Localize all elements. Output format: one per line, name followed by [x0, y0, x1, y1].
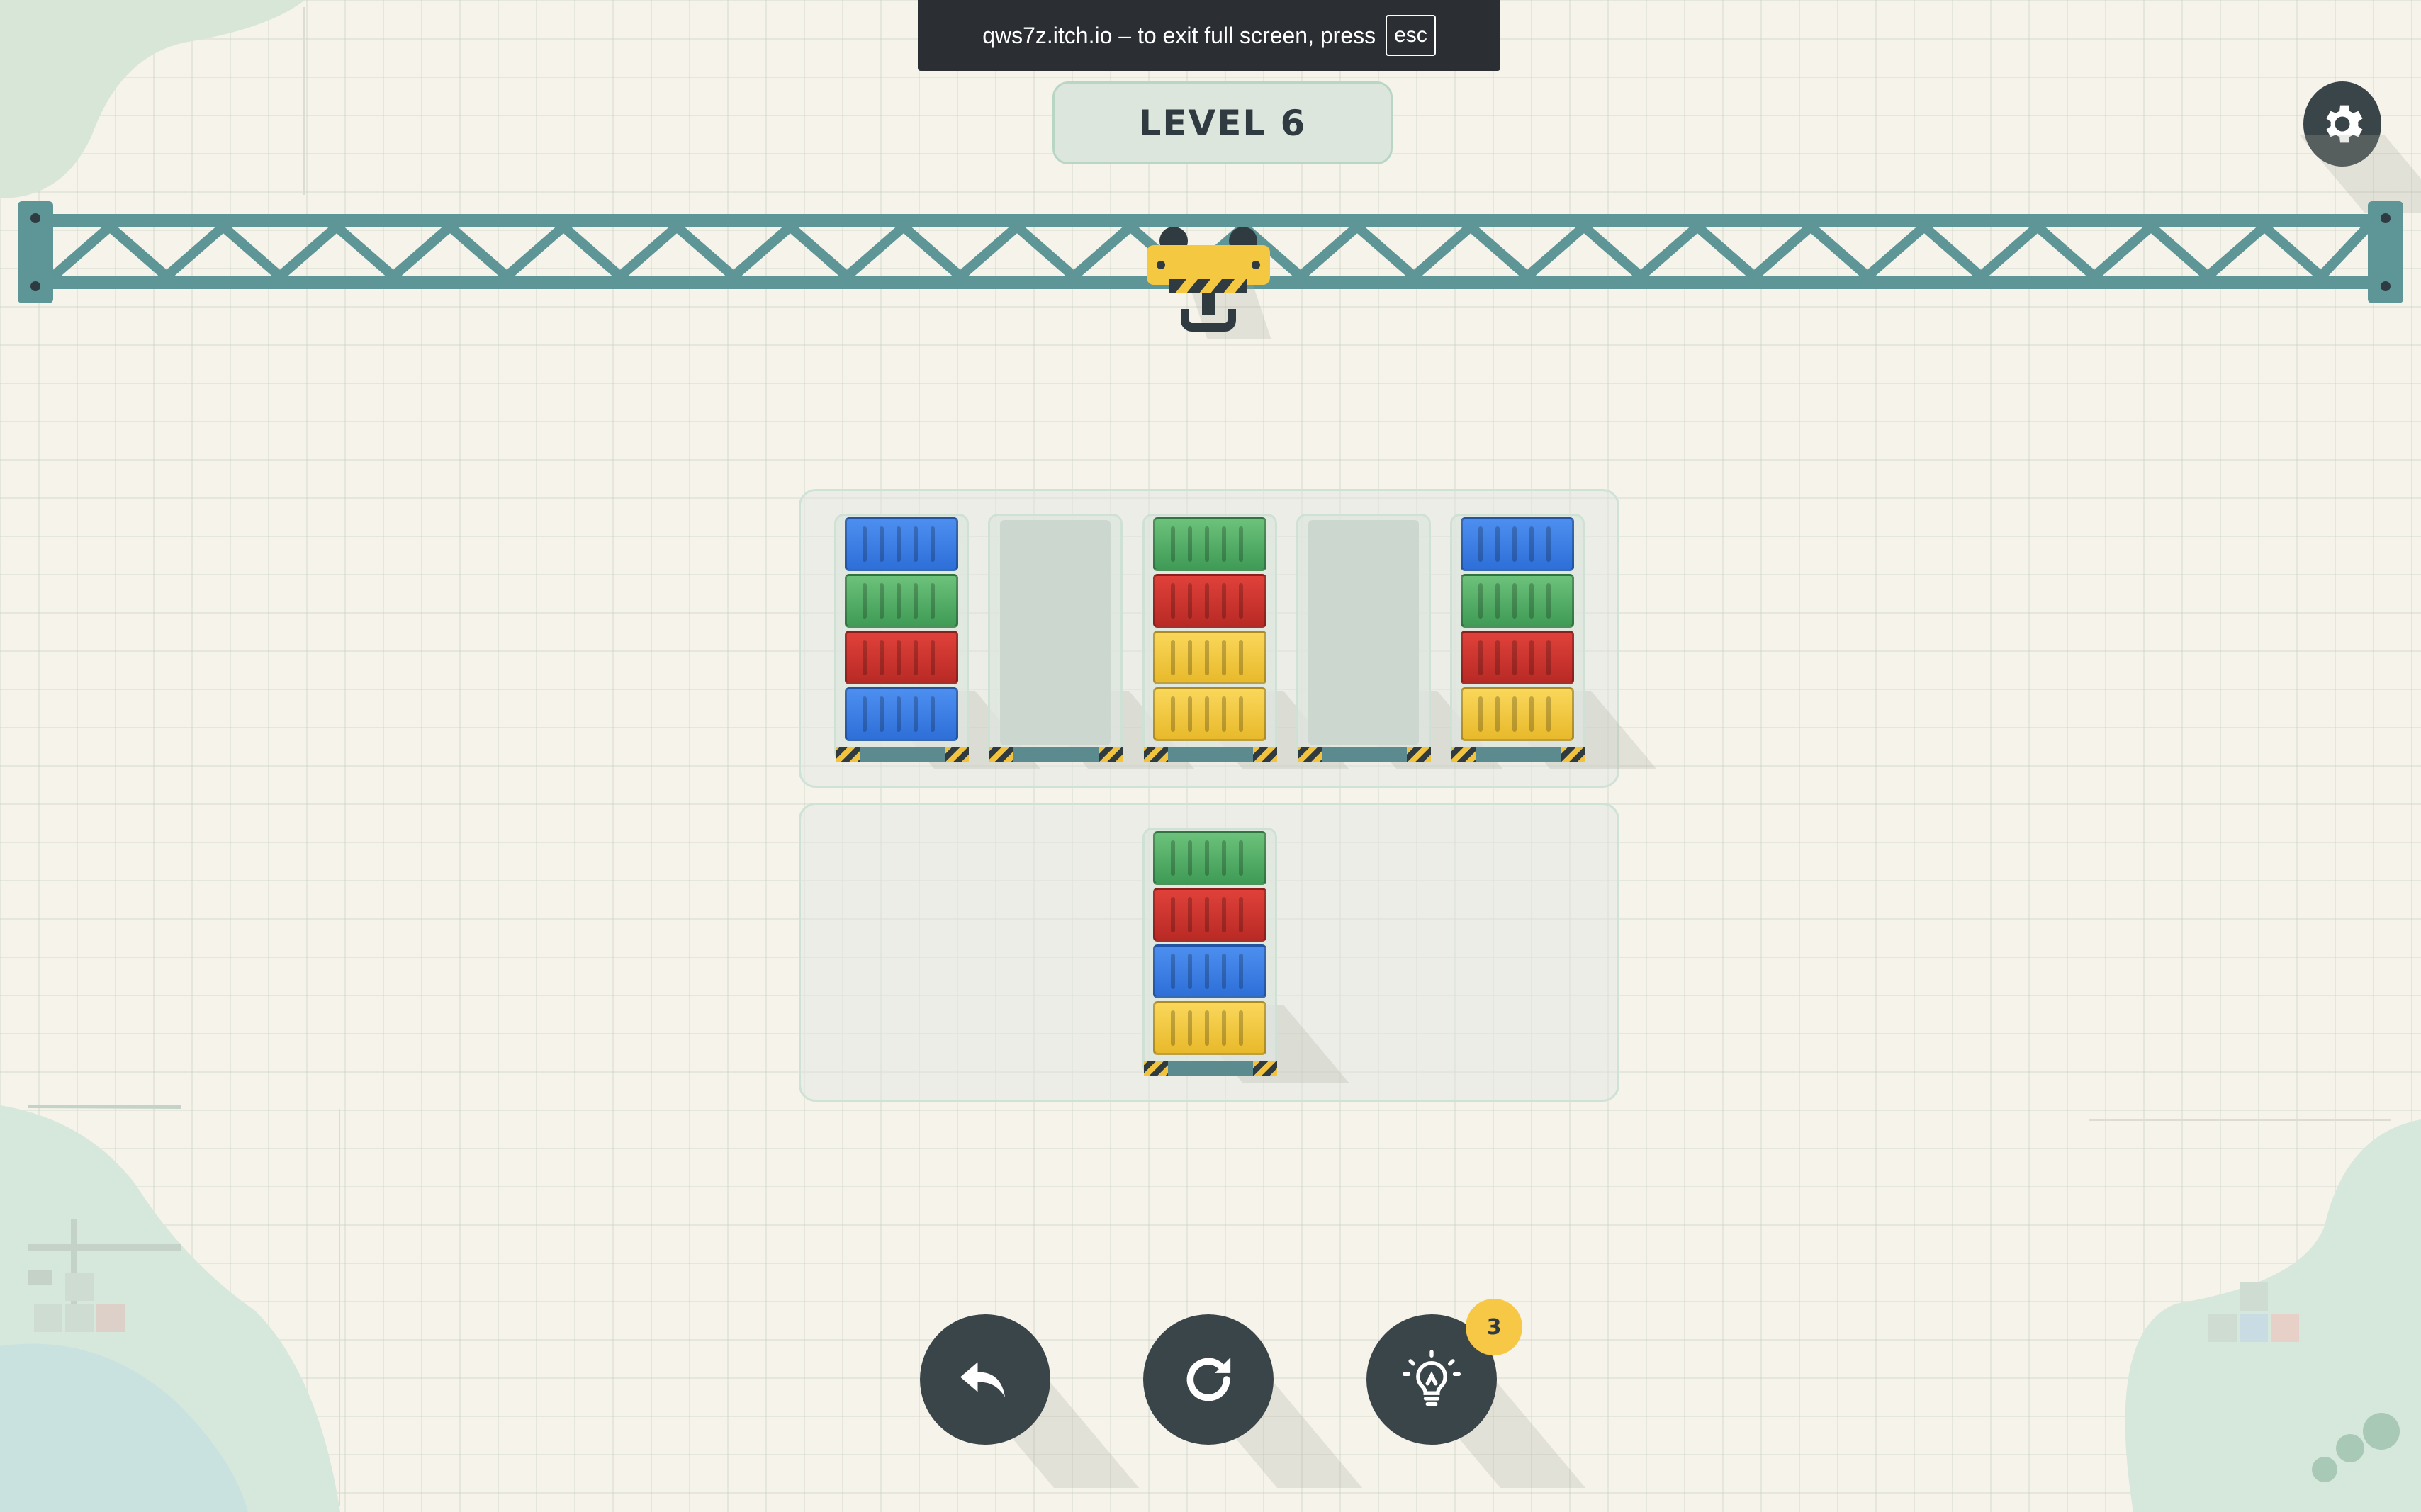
corner-decoration-bottom-left — [0, 1105, 340, 1512]
slot-base-hazard-stripe — [989, 747, 1123, 762]
undo-button[interactable] — [920, 1314, 1050, 1445]
stack-slot-top-4[interactable] — [1296, 514, 1431, 762]
container-green — [845, 574, 958, 628]
container-red — [845, 631, 958, 684]
esc-key-hint: esc — [1386, 15, 1436, 56]
stack-slot-top-2[interactable] — [988, 514, 1123, 762]
thin-line-decoration — [2089, 1119, 2391, 1121]
empty-slot-inner — [1308, 520, 1419, 745]
container-green — [1153, 517, 1266, 571]
container-blue — [1153, 944, 1266, 998]
stack-slot-top-1[interactable] — [834, 514, 969, 762]
slot-base-hazard-stripe — [836, 747, 969, 762]
thin-line-decoration — [303, 7, 305, 195]
container-red — [1461, 631, 1574, 684]
empty-slot-inner — [1000, 520, 1111, 745]
slot-base-hazard-stripe — [1144, 1061, 1277, 1076]
slot-base-hazard-stripe — [1298, 747, 1431, 762]
fullscreen-notice: qws7z.itch.io – to exit full screen, pre… — [918, 0, 1500, 71]
container-yellow — [1461, 687, 1574, 741]
container-yellow — [1153, 631, 1266, 684]
level-title: LEVEL 6 — [1052, 81, 1393, 164]
container-green — [1153, 831, 1266, 885]
container-green — [1461, 574, 1574, 628]
slot-base-hazard-stripe — [1144, 747, 1277, 762]
lightbulb-icon — [1402, 1350, 1461, 1406]
thin-line-decoration — [339, 1109, 340, 1506]
container-yellow — [1153, 1001, 1266, 1055]
stack-slot-top-3[interactable] — [1142, 514, 1277, 762]
hint-count-badge: 3 — [1466, 1299, 1522, 1355]
undo-arrow-icon — [960, 1362, 1005, 1397]
crane-hook-trolley — [1147, 227, 1271, 339]
stack-slot-bottom-1[interactable] — [1142, 828, 1277, 1076]
fullscreen-notice-text: qws7z.itch.io – to exit full screen, pre… — [982, 22, 1376, 48]
stack-slot-top-5[interactable] — [1450, 514, 1585, 762]
container-blue — [845, 687, 958, 741]
corner-decoration-top-left — [0, 0, 305, 198]
slot-base-hazard-stripe — [1451, 747, 1585, 762]
container-blue — [1461, 517, 1574, 571]
corner-decoration-bottom-right — [2125, 1119, 2421, 1512]
container-red — [1153, 888, 1266, 942]
container-red — [1153, 574, 1266, 628]
restart-button[interactable] — [1143, 1314, 1274, 1445]
restart-icon — [1186, 1357, 1231, 1401]
container-yellow — [1153, 687, 1266, 741]
container-blue — [845, 517, 958, 571]
